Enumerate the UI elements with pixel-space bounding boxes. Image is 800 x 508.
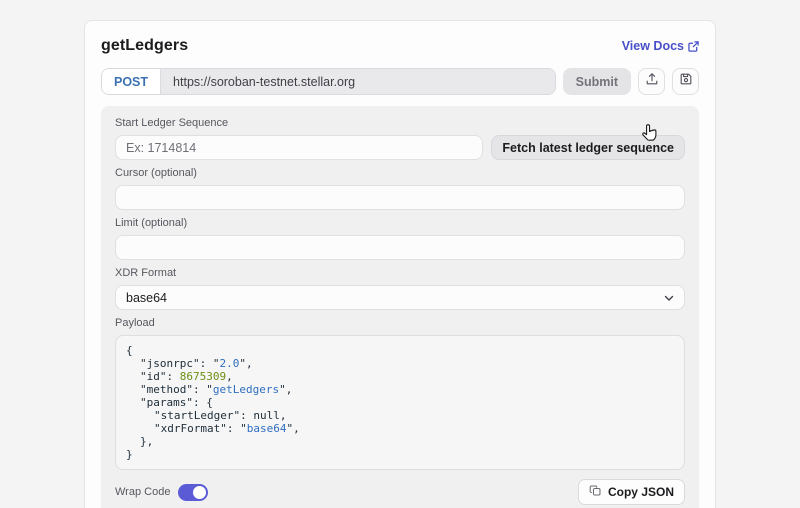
view-docs-label: View Docs xyxy=(622,39,684,53)
code-line: "id": 8675309, xyxy=(126,370,674,383)
fetch-latest-ledger-button[interactable]: Fetch latest ledger sequence xyxy=(491,135,685,160)
page-title: getLedgers xyxy=(101,37,188,55)
code-token: "xdrFormat": " xyxy=(154,422,247,435)
code-token: } xyxy=(126,448,133,461)
toggle-knob xyxy=(193,486,206,499)
cursor-field: Cursor (optional) xyxy=(115,167,685,210)
limit-label: Limit (optional) xyxy=(115,217,685,230)
start-ledger-label: Start Ledger Sequence xyxy=(115,117,685,130)
code-token: "jsonrpc": " xyxy=(140,357,219,370)
submit-button[interactable]: Submit xyxy=(563,68,631,95)
wrap-code-label: Wrap Code xyxy=(115,486,170,498)
code-footer-row: Wrap Code Copy JSON xyxy=(115,479,685,505)
xdr-format-field: XDR Format base64 xyxy=(115,267,685,310)
wrap-code-toggle[interactable] xyxy=(178,484,208,501)
payload-field: Payload { "jsonrpc": "2.0", "id": 867530… xyxy=(115,317,685,470)
url-input[interactable] xyxy=(161,69,555,94)
code-token: ", xyxy=(279,383,292,396)
url-field-group: POST xyxy=(101,68,556,95)
cursor-label: Cursor (optional) xyxy=(115,167,685,180)
share-icon xyxy=(645,72,659,91)
limit-field: Limit (optional) xyxy=(115,217,685,260)
copy-icon xyxy=(589,484,602,500)
save-button[interactable] xyxy=(672,68,699,95)
xdr-format-selected-value: base64 xyxy=(126,291,167,305)
code-token: "id": xyxy=(140,370,180,383)
start-ledger-input[interactable] xyxy=(115,135,483,160)
code-token: ", xyxy=(286,422,299,435)
code-token: "params": { xyxy=(140,396,213,409)
http-method-badge: POST xyxy=(102,69,161,94)
external-link-icon xyxy=(688,41,699,52)
code-line: } xyxy=(126,448,674,461)
share-button[interactable] xyxy=(638,68,665,95)
code-token-string: 2.0 xyxy=(219,357,239,370)
code-token: }, xyxy=(140,435,153,448)
xdr-format-label: XDR Format xyxy=(115,267,685,280)
copy-json-label: Copy JSON xyxy=(608,485,674,499)
code-line: }, xyxy=(126,435,674,448)
code-token-number: 8675309 xyxy=(180,370,226,383)
code-token-string: getLedgers xyxy=(213,383,279,396)
code-token: ", xyxy=(239,357,252,370)
code-token: { xyxy=(126,344,133,357)
code-line: "jsonrpc": "2.0", xyxy=(126,357,674,370)
xdr-format-select[interactable]: base64 xyxy=(115,285,685,310)
code-token: "method": " xyxy=(140,383,213,396)
copy-json-button[interactable]: Copy JSON xyxy=(578,479,685,505)
endpoint-card: getLedgers View Docs POST Submit xyxy=(84,20,716,508)
code-line: { xyxy=(126,344,674,357)
chevron-down-icon xyxy=(663,292,675,307)
card-header: getLedgers View Docs xyxy=(101,37,699,55)
code-token: "startLedger": xyxy=(154,409,253,422)
code-token-string: base64 xyxy=(247,422,287,435)
code-token: , xyxy=(280,409,287,422)
payload-label: Payload xyxy=(115,317,685,330)
code-line: "startLedger": null, xyxy=(126,409,674,422)
code-token-null: null xyxy=(253,409,280,422)
limit-input[interactable] xyxy=(115,235,685,260)
code-line: "xdrFormat": "base64", xyxy=(126,422,674,435)
code-token: , xyxy=(226,370,233,383)
code-line: "params": { xyxy=(126,396,674,409)
start-ledger-field: Start Ledger Sequence Fetch latest ledge… xyxy=(115,117,685,160)
code-line: "method": "getLedgers", xyxy=(126,383,674,396)
request-form-section: Start Ledger Sequence Fetch latest ledge… xyxy=(101,106,699,508)
request-bar: POST Submit xyxy=(101,68,699,95)
save-icon xyxy=(679,72,693,91)
payload-code-block[interactable]: { "jsonrpc": "2.0", "id": 8675309, "meth… xyxy=(115,335,685,470)
view-docs-link[interactable]: View Docs xyxy=(622,39,699,53)
cursor-input[interactable] xyxy=(115,185,685,210)
